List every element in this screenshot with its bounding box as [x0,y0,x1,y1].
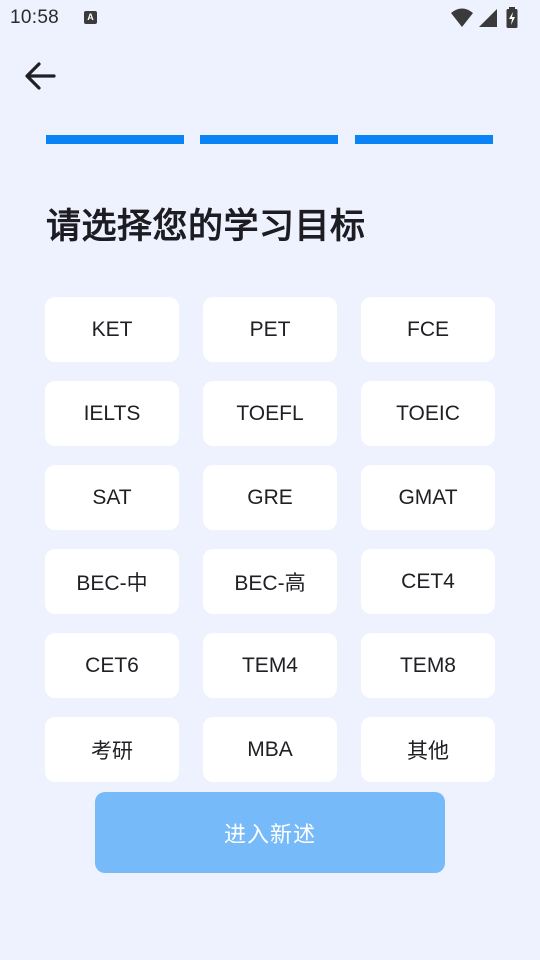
progress-step-1 [46,135,184,144]
wifi-icon [451,8,473,27]
option-fce[interactable]: FCE [361,297,495,362]
option-mba[interactable]: MBA [203,717,337,782]
option-other[interactable]: 其他 [361,717,495,782]
option-postgrad-exam[interactable]: 考研 [45,717,179,782]
progress-step-2 [200,135,338,144]
option-cet6[interactable]: CET6 [45,633,179,698]
option-gmat[interactable]: GMAT [361,465,495,530]
option-tem4[interactable]: TEM4 [203,633,337,698]
back-button[interactable] [20,56,60,96]
option-tem8[interactable]: TEM8 [361,633,495,698]
option-ielts[interactable]: IELTS [45,381,179,446]
step-progress [46,135,494,144]
signal-icon [479,9,497,27]
option-toefl[interactable]: TOEFL [203,381,337,446]
option-gre[interactable]: GRE [203,465,337,530]
progress-step-3 [355,135,493,144]
option-toeic[interactable]: TOEIC [361,381,495,446]
status-time: 10:58 [10,7,60,28]
status-icons [450,7,530,29]
option-ket[interactable]: KET [45,297,179,362]
notification-a-icon: A [84,11,97,24]
arrow-left-icon [25,62,56,90]
page-title: 请选择您的学习目标 [46,207,366,247]
battery-charging-icon [506,7,518,28]
option-pet[interactable]: PET [203,297,337,362]
option-bec-advanced[interactable]: BEC-高 [203,549,337,614]
option-bec-intermediate[interactable]: BEC-中 [45,549,179,614]
submit-button[interactable]: 进入新述 [95,792,445,873]
option-sat[interactable]: SAT [45,465,179,530]
status-bar: 10:58 A [0,0,540,36]
option-cet4[interactable]: CET4 [361,549,495,614]
